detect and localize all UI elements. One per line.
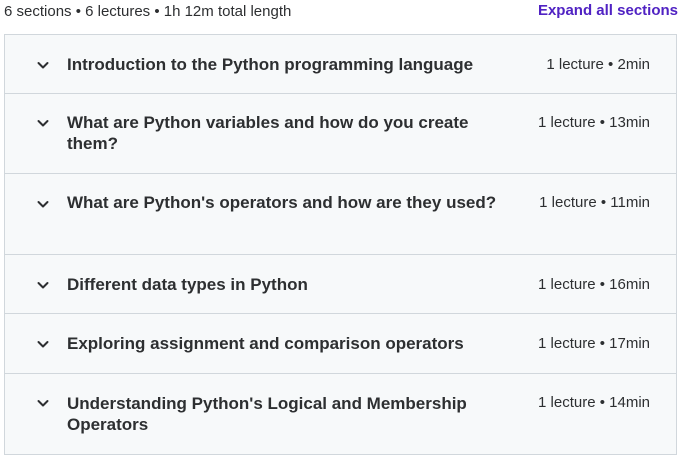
section-panel[interactable]: Introduction to the Python programming l… [5,35,676,94]
chevron-down-icon [35,196,51,212]
expand-all-sections-button[interactable]: Expand all sections [538,2,678,19]
section-title: What are Python variables and how do you… [67,113,469,153]
chevron-down-icon [35,395,51,411]
section-title: Introduction to the Python programming l… [67,55,474,74]
section-title: Exploring assignment and comparison oper… [67,334,464,353]
course-summary: 6 sections • 6 lectures • 1h 12m total l… [4,3,292,20]
section-panel[interactable]: What are Python variables and how do you… [5,94,676,174]
section-meta: 1 lecture • 16min [538,276,650,293]
section-title: Different data types in Python [67,275,308,294]
section-meta: 1 lecture • 17min [538,335,650,352]
section-panel[interactable]: Different data types in Python 1 lecture… [5,255,676,314]
chevron-down-icon [35,336,51,352]
curriculum-header: 6 sections • 6 lectures • 1h 12m total l… [0,0,678,24]
chevron-down-icon [35,115,51,131]
chevron-down-icon [35,57,51,73]
section-meta: 1 lecture • 13min [538,114,650,131]
section-title: Understanding Python's Logical and Membe… [67,394,467,434]
curriculum-sections: Introduction to the Python programming l… [4,34,677,455]
section-title: What are Python's operators and how are … [67,193,497,212]
section-meta: 1 lecture • 14min [538,394,650,411]
chevron-down-icon [35,277,51,293]
section-meta: 1 lecture • 11min [539,194,650,211]
section-panel[interactable]: What are Python's operators and how are … [5,174,676,255]
section-meta: 1 lecture • 2min [546,56,650,73]
section-panel[interactable]: Exploring assignment and comparison oper… [5,314,676,374]
section-panel[interactable]: Understanding Python's Logical and Membe… [5,374,676,454]
